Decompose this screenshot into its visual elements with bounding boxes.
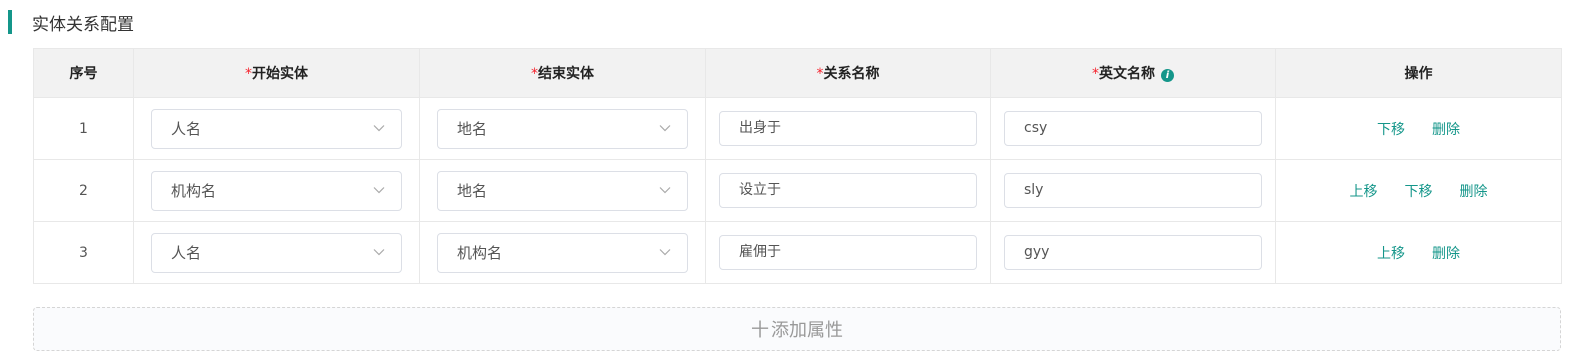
select-value: 机构名: [171, 181, 217, 200]
info-icon[interactable]: i: [1161, 69, 1174, 82]
start-entity-select[interactable]: 人名: [151, 232, 402, 273]
header-index: 序号: [33, 48, 134, 98]
section-accent-bar: [8, 10, 12, 34]
move-down-link[interactable]: 下移: [1405, 181, 1433, 201]
plus-icon: 十: [751, 320, 769, 341]
relation-table: 序号 *开始实体 *结束实体 *关系名称 *英文名称 i 操作 1 人名 地名 …: [33, 48, 1562, 284]
table-header-row: 序号 *开始实体 *结束实体 *关系名称 *英文名称 i 操作: [33, 48, 1562, 98]
select-value: 机构名: [457, 243, 503, 262]
end-entity-select[interactable]: 机构名: [437, 232, 688, 273]
english-name-input[interactable]: csy: [1004, 111, 1262, 146]
delete-link[interactable]: 删除: [1460, 181, 1488, 201]
row-index: 2: [33, 159, 134, 222]
chevron-down-icon: [659, 124, 671, 131]
chevron-down-icon: [373, 124, 385, 131]
english-name-input[interactable]: sly: [1004, 173, 1262, 208]
header-english-name: *英文名称 i: [990, 48, 1276, 98]
relation-name-input[interactable]: 设立于: [719, 173, 977, 208]
chevron-down-icon: [659, 186, 671, 193]
delete-link[interactable]: 删除: [1432, 243, 1460, 263]
relation-name-input[interactable]: 出身于: [719, 111, 977, 146]
entity-relation-config-page: 实体关系配置 序号 *开始实体 *结束实体 *关系名称 *英文名称i 操作 1: [0, 0, 1578, 361]
chevron-down-icon: [373, 186, 385, 193]
header-actions: 操作: [1275, 48, 1562, 98]
row-index: 1: [33, 97, 134, 160]
add-attribute-button[interactable]: 十 添加属性: [33, 307, 1561, 351]
move-up-link[interactable]: 上移: [1377, 243, 1405, 263]
end-entity-select[interactable]: 地名: [437, 170, 688, 211]
row-actions: 上移 下移 删除: [1276, 181, 1561, 201]
english-name-input[interactable]: gyy: [1004, 235, 1262, 270]
table-row: 1 人名 地名 出身于 csy 下移 删除: [33, 97, 1562, 160]
add-attribute-label: 添加属性: [771, 320, 843, 341]
header-start-entity: *开始实体: [133, 48, 420, 98]
select-value: 地名: [457, 119, 488, 138]
select-value: 人名: [171, 243, 202, 262]
start-entity-select[interactable]: 人名: [151, 108, 402, 149]
table-row: 3 人名 机构名 雇佣于 gyy 上移 删除: [33, 221, 1562, 284]
row-index: 3: [33, 221, 134, 284]
header-relation-name: *关系名称: [705, 48, 991, 98]
chevron-down-icon: [373, 248, 385, 255]
section-header: 实体关系配置: [8, 10, 134, 35]
row-actions: 上移 删除: [1276, 243, 1561, 263]
move-up-link[interactable]: 上移: [1350, 181, 1378, 201]
select-value: 地名: [457, 181, 488, 200]
section-title: 实体关系配置: [32, 14, 134, 35]
relation-name-input[interactable]: 雇佣于: [719, 235, 977, 270]
delete-link[interactable]: 删除: [1432, 119, 1460, 139]
chevron-down-icon: [659, 248, 671, 255]
move-down-link[interactable]: 下移: [1377, 119, 1405, 139]
start-entity-select[interactable]: 机构名: [151, 170, 402, 211]
end-entity-select[interactable]: 地名: [437, 108, 688, 149]
row-actions: 下移 删除: [1276, 119, 1561, 139]
header-end-entity: *结束实体: [419, 48, 706, 98]
select-value: 人名: [171, 119, 202, 138]
table-row: 2 机构名 地名 设立于 sly 上移 下移 删除: [33, 159, 1562, 222]
